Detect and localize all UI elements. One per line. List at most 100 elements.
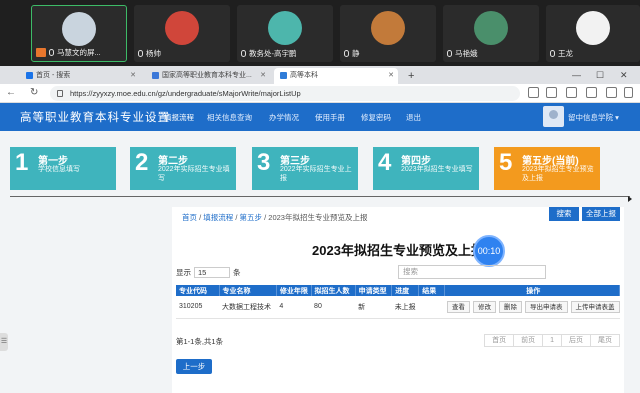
mic-icon xyxy=(241,50,246,57)
page-size-select[interactable]: 15 xyxy=(194,267,230,278)
read-aloud-icon[interactable] xyxy=(528,87,539,98)
breadcrumb: 首页 / 填报流程 / 第五步 / 2023年拟招生专业预览及上报 xyxy=(182,213,368,222)
breadcrumb-home[interactable]: 首页 xyxy=(182,213,197,222)
new-tab-button[interactable]: + xyxy=(402,68,418,84)
pager-prev[interactable]: 前页 xyxy=(513,334,544,347)
more-icon[interactable] xyxy=(624,87,633,98)
participant-tile[interactable]: 王龙 xyxy=(546,5,640,62)
side-panel-handle[interactable]: ☰ xyxy=(0,333,8,351)
close-tab-icon[interactable]: ✕ xyxy=(260,68,266,84)
profile-icon[interactable] xyxy=(606,87,617,98)
nav-change-password[interactable]: 修复密码 xyxy=(361,112,391,123)
step-4[interactable]: 4 第四步 2023年拟招生专业填写 xyxy=(373,147,479,190)
participant-name: 马慧文的屏... xyxy=(57,48,101,57)
meeting-video-strip: 马慧文的屏... 杨帅 教务处-高宇鹏 静 马艳娥 王龙 xyxy=(0,0,640,66)
export-form-button[interactable]: 导出申请表 xyxy=(525,300,568,313)
participant-name: 静 xyxy=(352,49,360,58)
close-window-button[interactable]: ✕ xyxy=(620,66,628,84)
participant-name: 王龙 xyxy=(558,49,573,58)
back-icon[interactable]: ← xyxy=(6,86,16,100)
step-2[interactable]: 2 第二步 2022年实际招生专业填写 xyxy=(130,147,236,190)
participant-name: 马艳娥 xyxy=(455,49,478,58)
content-panel: 首页 / 填报流程 / 第五步 / 2023年拟招生专业预览及上报 2023年拟… xyxy=(172,207,624,393)
collections-icon[interactable] xyxy=(566,87,577,98)
col-code: 专业代码 xyxy=(176,285,220,296)
pager-last[interactable]: 尾页 xyxy=(590,334,620,347)
participant-tile[interactable]: 静 xyxy=(340,5,436,62)
step-5-current[interactable]: 5 第五步(当前) 2023年拟招生专业预览及上报 xyxy=(494,147,600,190)
participant-tile[interactable]: 杨帅 xyxy=(134,5,230,62)
step-1[interactable]: 1 第一步 学校信息填写 xyxy=(10,147,116,190)
report-all-button[interactable]: 全部上报 xyxy=(582,207,620,221)
pager-next[interactable]: 后页 xyxy=(561,334,591,347)
cell-name[interactable]: 大数据工程技术 xyxy=(219,296,277,319)
minimize-button[interactable]: — xyxy=(572,66,581,84)
url-text: https://zyyxzy.moe.edu.cn/gz/undergradua… xyxy=(70,89,301,98)
search-input[interactable]: 搜索 xyxy=(398,265,546,279)
major-table: 专业代码 专业名称 修业年限 拟招生人数 申请类型 进度 结果 操作 31020… xyxy=(176,285,620,319)
close-tab-icon[interactable]: ✕ xyxy=(130,68,136,84)
screen-share-icon xyxy=(36,48,46,57)
browser-tab[interactable]: 首页 - 搜索 ✕ xyxy=(20,68,140,84)
pager-first[interactable]: 首页 xyxy=(484,334,515,347)
participant-avatar xyxy=(371,11,405,45)
mic-icon xyxy=(344,50,349,57)
page-title: 2023年拟招生专业预览及上报 xyxy=(312,243,484,258)
close-tab-icon[interactable]: ✕ xyxy=(388,68,394,84)
cell-progress: 未上报 xyxy=(391,296,419,319)
cell-result xyxy=(418,296,444,319)
nav-user-manual[interactable]: 使用手册 xyxy=(315,112,345,123)
maximize-button[interactable]: ☐ xyxy=(596,66,604,84)
participant-tile[interactable]: 教务处-高宇鹏 xyxy=(237,5,333,62)
breadcrumb-current: 2023年拟招生专业预览及上报 xyxy=(268,213,368,222)
col-type: 申请类型 xyxy=(355,285,393,296)
tab-favicon-icon xyxy=(26,71,33,79)
participant-avatar xyxy=(474,11,508,45)
recording-timer[interactable]: 00:10 xyxy=(473,235,505,267)
browser-tab-active[interactable]: 高等本科 ✕ xyxy=(274,68,398,84)
upload-form-button[interactable]: 上传申请表盖 xyxy=(570,300,620,313)
nav-logout[interactable]: 退出 xyxy=(406,112,421,123)
user-menu[interactable]: 留中信息学院 ▾ xyxy=(568,112,619,123)
breadcrumb-step[interactable]: 第五步 xyxy=(240,213,263,222)
table-row: 310205 大数据工程技术 4 80 新 未上报 查看 修改 删除 导出申请表… xyxy=(176,296,620,319)
previous-step-button[interactable]: 上一步 xyxy=(176,359,212,374)
tab-favicon-icon xyxy=(280,71,287,79)
address-bar-row: ← ↻ https://zyyxzy.moe.edu.cn/gz/undergr… xyxy=(0,84,640,103)
extensions-icon[interactable] xyxy=(586,87,597,98)
participant-name: 杨帅 xyxy=(146,49,161,58)
table-header: 专业代码 专业名称 修业年限 拟招生人数 申请类型 进度 结果 操作 xyxy=(176,285,620,296)
step-3[interactable]: 3 第三步 2022年实际招生专业上报 xyxy=(252,147,358,190)
tab-label: 高等本科 xyxy=(290,72,318,79)
divider xyxy=(10,196,630,197)
site-title: 高等职业教育本科专业设置 xyxy=(20,110,170,124)
nav-school-status[interactable]: 办学情况 xyxy=(269,112,299,123)
nav-fill-flow[interactable]: 填报流程 xyxy=(164,112,194,123)
breadcrumb-flow[interactable]: 填报流程 xyxy=(203,213,233,222)
delete-button[interactable]: 删除 xyxy=(499,300,522,313)
participant-tile[interactable]: 马慧文的屏... xyxy=(31,5,127,62)
search-button[interactable]: 搜索 xyxy=(549,207,579,221)
reload-icon[interactable]: ↻ xyxy=(30,86,38,100)
favorite-icon[interactable] xyxy=(546,87,557,98)
cell-ops: 查看 修改 删除 导出申请表 上传申请表盖 xyxy=(444,296,620,319)
cell-years: 4 xyxy=(276,296,312,319)
user-avatar[interactable] xyxy=(543,106,564,127)
browser-tab[interactable]: 国家高等职业教育本科专业... ✕ xyxy=(146,68,270,84)
mic-icon xyxy=(49,49,54,56)
participant-tile[interactable]: 马艳娥 xyxy=(443,5,539,62)
nav-info-query[interactable]: 相关信息查询 xyxy=(207,112,252,123)
pagination: 首页 前页 1 后页 尾页 xyxy=(484,334,620,347)
view-button[interactable]: 查看 xyxy=(447,300,470,313)
page-size-control: 显示 15 条 xyxy=(176,267,241,278)
tab-label: 首页 - 搜索 xyxy=(36,72,71,79)
site-header: 高等职业教育本科专业设置 填报流程 相关信息查询 办学情况 使用手册 修复密码 … xyxy=(0,103,640,131)
col-years: 修业年限 xyxy=(276,285,312,296)
url-field[interactable]: https://zyyxzy.moe.edu.cn/gz/undergradua… xyxy=(50,86,520,101)
pager-current[interactable]: 1 xyxy=(542,334,562,347)
mic-icon xyxy=(138,50,143,57)
web-page: 高等职业教育本科专业设置 填报流程 相关信息查询 办学情况 使用手册 修复密码 … xyxy=(0,103,640,393)
edit-button[interactable]: 修改 xyxy=(473,300,496,313)
mic-icon xyxy=(550,50,555,57)
col-result: 结果 xyxy=(418,285,445,296)
